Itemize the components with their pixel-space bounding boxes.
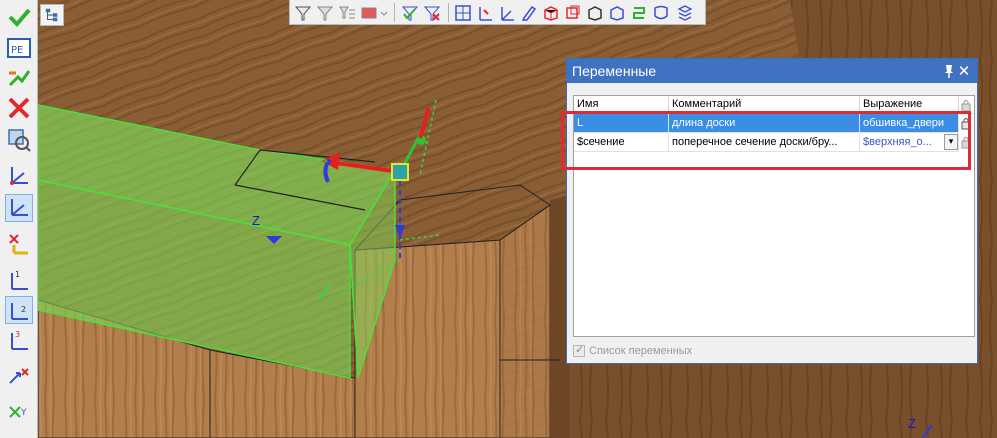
axis-xz-button[interactable] [475,3,495,22]
move-icon [9,234,28,255]
grid-icon [455,4,471,21]
rotate-icon: Y [9,406,27,418]
filter-list-icon [339,6,355,18]
filter-list-button[interactable] [337,3,357,22]
box-cut-icon [566,5,580,19]
rotate-button[interactable]: Y [5,394,33,422]
box-cut-button[interactable] [563,3,583,22]
box-outline-button[interactable] [585,3,605,22]
properties-button[interactable]: PE [5,34,33,62]
filter-2-button[interactable] [315,3,335,22]
red-highlight-annotation [561,111,971,170]
panel-title: Переменные [567,59,977,83]
transform-button[interactable] [5,364,33,392]
axis-xz-icon [479,6,492,21]
confirm-button[interactable] [5,3,33,31]
view-button[interactable] [5,126,33,154]
box-red-button[interactable] [541,3,561,22]
axis-xyz-icon [501,6,514,21]
close-icon[interactable]: ✕ [956,62,972,80]
properties-icon: PE [7,38,31,58]
tree-view-button[interactable] [40,4,64,26]
transform-icon [9,368,29,384]
apply-button[interactable] [5,64,33,92]
toolbar-separator [394,3,395,22]
filter-gray-icon [316,6,334,20]
axis-label-z: Z [252,213,260,228]
color-dropdown-button[interactable] [379,3,389,22]
axis-3-button[interactable]: 3 [5,326,33,354]
axis-label-z-corner: Z [908,416,916,431]
layers-button[interactable] [675,3,695,22]
axis-system-icon [10,167,28,185]
variables-list-toggle[interactable]: Список переменных [573,343,692,359]
box-blue-icon [610,5,624,21]
check-filter-icon [401,6,419,20]
check-filter-button[interactable] [400,3,420,22]
shell-icon [654,5,668,19]
axis-active-button[interactable] [5,194,33,222]
axis-button[interactable] [5,162,33,190]
box-outline-icon [588,5,602,21]
variables-list-checkbox[interactable] [573,343,585,357]
color-box-icon [361,7,377,18]
grid-button[interactable] [453,3,473,22]
toolbar-separator [448,3,449,22]
svg-text:3: 3 [15,330,20,339]
filter-icon [294,6,312,20]
axis-one-icon: 1 [11,270,28,290]
axis-two-icon: 2 [11,303,28,320]
path-icon [633,6,645,19]
pencil-button[interactable] [519,3,539,22]
box-blue-button[interactable] [607,3,627,22]
cross-icon [8,97,30,119]
cancel-button[interactable] [5,94,33,122]
variables-panel: Переменные ✕ Имя Комментарий Выражение L… [566,58,978,364]
clear-filter-icon [423,6,441,21]
axis-three-icon: 3 [11,330,28,350]
color-button[interactable] [359,3,379,22]
axis-active-icon [11,199,28,216]
layers-icon [677,4,693,21]
axis-1-button[interactable]: 1 [5,266,33,294]
svg-text:Y: Y [20,408,27,418]
top-toolbar [289,0,706,25]
clear-filter-button[interactable] [422,3,442,22]
lock-icon [961,100,971,112]
checkmark-icon [8,8,31,27]
filter-button[interactable] [293,3,313,22]
move-button[interactable] [5,230,33,258]
left-toolbar: PE 1 2 3 Y [0,0,38,438]
svg-text:2: 2 [21,305,26,314]
chevron-down-icon [380,11,388,16]
tree-icon [45,8,58,22]
magnifier-icon [8,129,31,152]
apply-arrow-icon [8,70,31,87]
pin-icon[interactable] [943,63,955,79]
axis-2-button[interactable]: 2 [5,296,33,324]
axis-xyz-button[interactable] [497,3,517,22]
svg-text:1: 1 [15,270,20,279]
cad-application: Z Z PE 1 2 3 Y Переменные ✕ Имя Коммента… [0,0,997,438]
pencil-icon [521,5,537,21]
shell-button[interactable] [651,3,671,22]
variables-list-label: Список переменных [589,345,693,357]
path-button[interactable] [629,3,649,22]
svg-text:PE: PE [11,45,23,56]
box-red-icon [544,5,558,21]
